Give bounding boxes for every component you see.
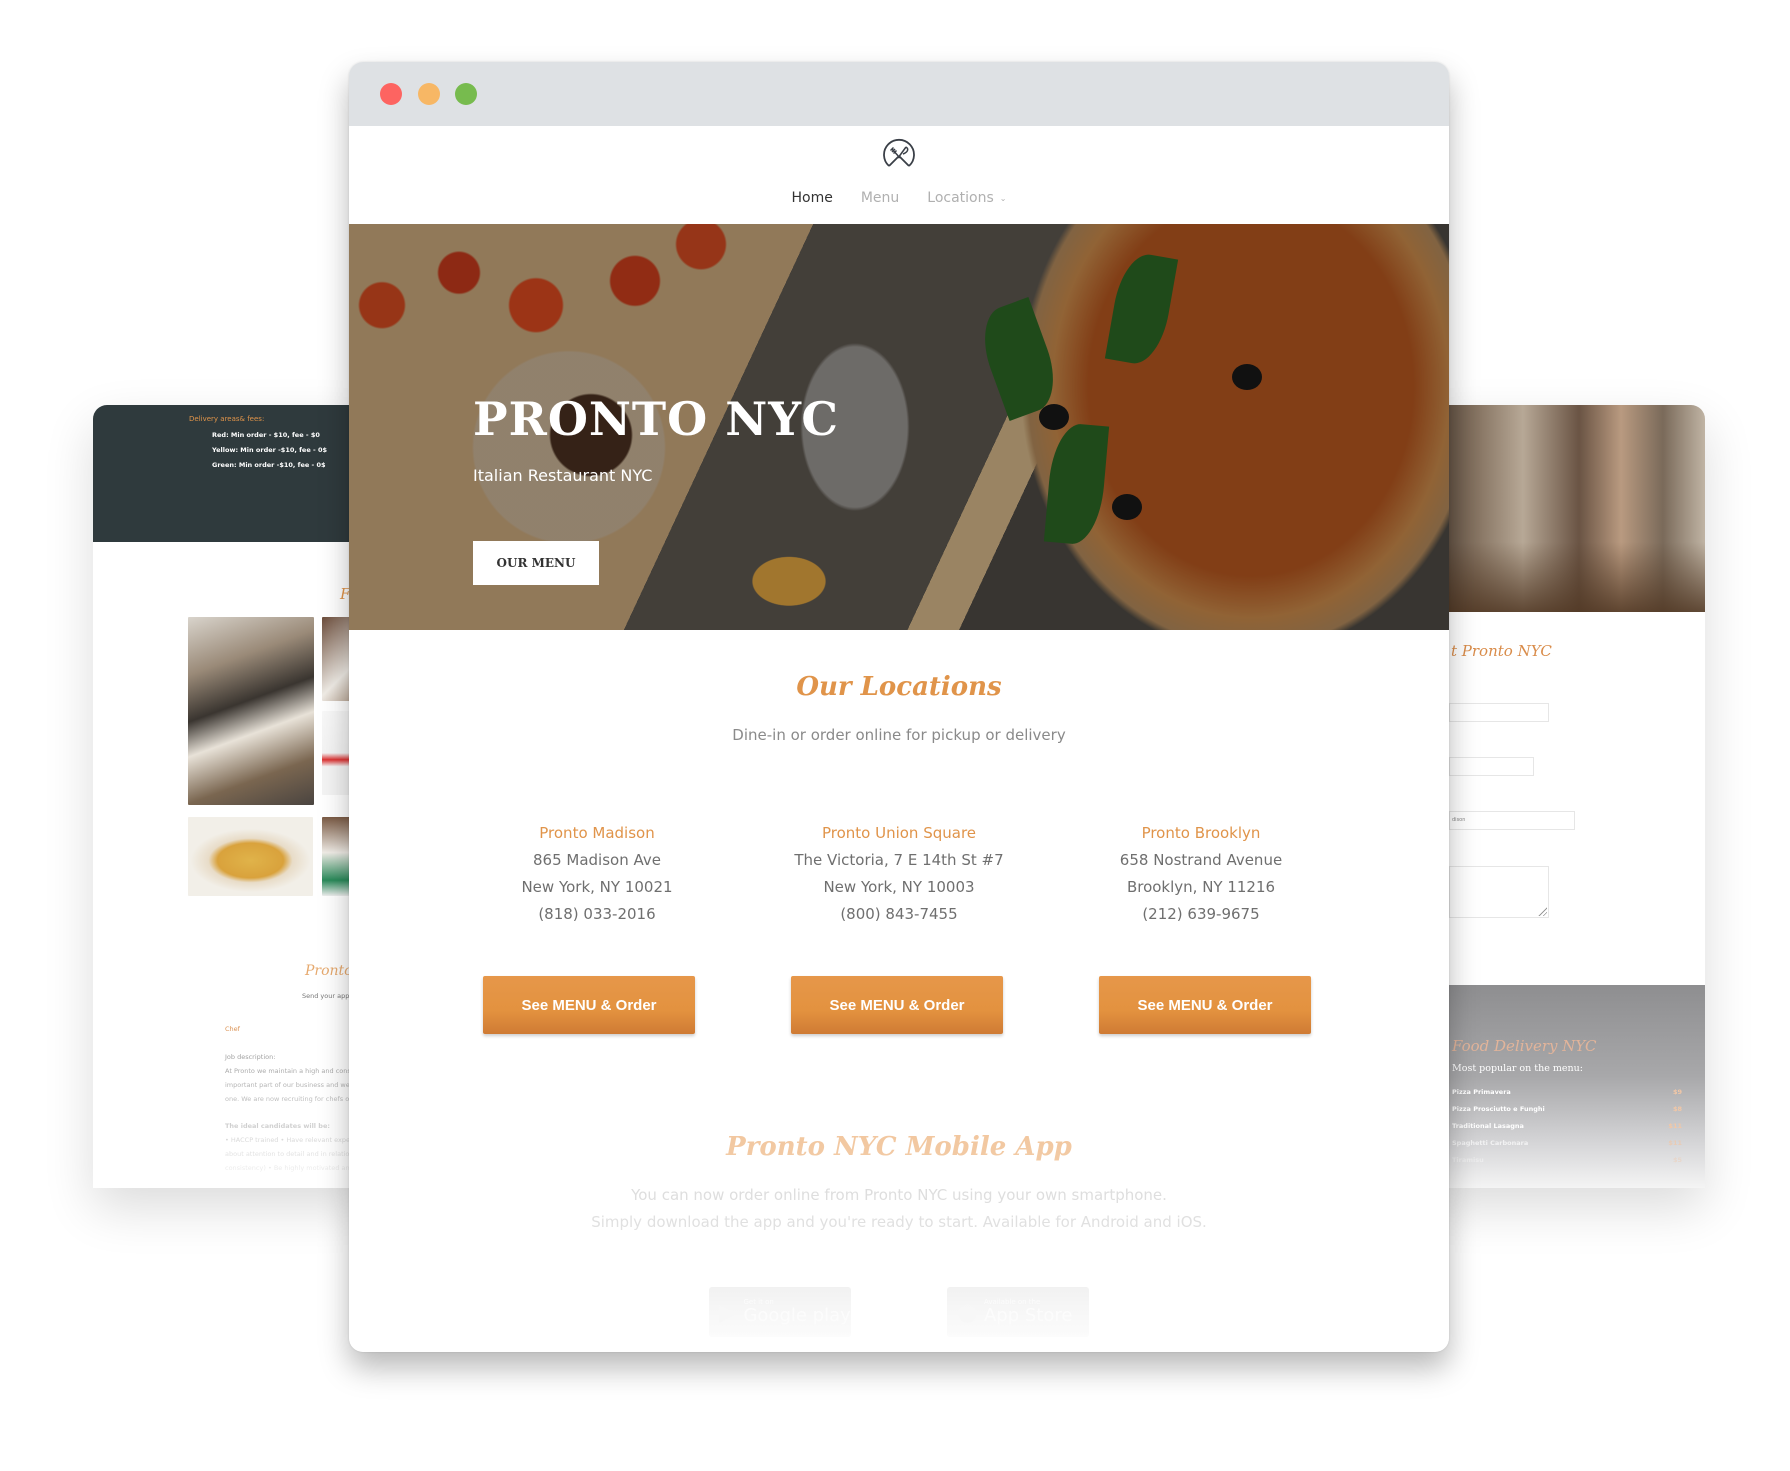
mobile-app-title: Pronto NYC Mobile App bbox=[726, 1132, 1072, 1162]
nav-item-menu[interactable]: Menu bbox=[861, 190, 899, 206]
menu-item-price: $11 bbox=[1668, 1122, 1682, 1130]
delivery-row-green: Green: Min order -$10, fee - 0$ bbox=[212, 461, 326, 469]
app-store-button[interactable]: ● Available on the App Store bbox=[947, 1287, 1089, 1337]
location-phone[interactable]: (818) 033-2016 bbox=[437, 901, 757, 928]
food-delivery-subtitle: Most popular on the menu: bbox=[1452, 1063, 1583, 1074]
location-city: New York, NY 10003 bbox=[823, 878, 975, 896]
location-city: Brooklyn, NY 11216 bbox=[1126, 878, 1276, 896]
app-store-big-text: App Store bbox=[983, 1305, 1073, 1326]
nav-item-home[interactable]: Home bbox=[791, 190, 832, 206]
menu-item: Tiramisu $5 bbox=[1452, 1156, 1682, 1164]
form-textarea-message[interactable] bbox=[1449, 866, 1549, 918]
delivery-areas-title: Delivery areas& fees: bbox=[189, 415, 265, 423]
cafe-photo bbox=[1425, 405, 1705, 612]
location-phone[interactable]: (800) 843-7455 bbox=[739, 901, 1059, 928]
location-card-madison: Pronto Madison 865 Madison Ave New York,… bbox=[437, 820, 757, 928]
menu-item-name: Traditional Lasagna bbox=[1452, 1122, 1524, 1130]
background-page-left: Delivery areas& fees: Red: Min order - $… bbox=[93, 405, 373, 1188]
chevron-down-icon: ⌄ bbox=[999, 193, 1007, 203]
location-phone[interactable]: (212) 639-9675 bbox=[1041, 901, 1361, 928]
form-input-email[interactable] bbox=[1449, 757, 1534, 776]
location-card-brooklyn: Pronto Brooklyn 658 Nostrand Avenue Broo… bbox=[1041, 820, 1361, 928]
apple-icon: ● bbox=[957, 1298, 978, 1326]
hero-banner: PRONTO NYC Italian Restaurant NYC OUR ME… bbox=[349, 224, 1449, 630]
close-window-button[interactable] bbox=[380, 83, 402, 105]
location-card-union-square: Pronto Union Square The Victoria, 7 E 14… bbox=[739, 820, 1059, 928]
location-name[interactable]: Pronto Madison bbox=[437, 820, 757, 847]
location-name[interactable]: Pronto Union Square bbox=[739, 820, 1059, 847]
play-store-icon: ▶ bbox=[719, 1298, 738, 1326]
location-city: New York, NY 10021 bbox=[521, 878, 673, 896]
olive-decoration bbox=[1112, 494, 1142, 520]
google-play-button[interactable]: ▶ Get it on Google play bbox=[709, 1287, 851, 1337]
delivery-row-yellow: Yellow: Min order -$10, fee - 0$ bbox=[212, 446, 328, 454]
delivery-row-red: Red: Min order - $10, fee - $0 bbox=[212, 431, 320, 439]
menu-item-price: $9 bbox=[1672, 1088, 1682, 1096]
menu-item: Spaghetti Carbonara $11 bbox=[1452, 1139, 1682, 1147]
menu-item: Pizza Prosciutto e Funghi $8 bbox=[1452, 1105, 1682, 1113]
background-page-right: t Pronto NYC dison Food Delivery NYC Mos… bbox=[1425, 405, 1705, 1188]
minimize-window-button[interactable] bbox=[418, 83, 440, 105]
nav-item-locations-label: Locations bbox=[927, 190, 994, 206]
careers-subtitle: Send your appl bbox=[302, 992, 352, 1000]
basil-leaf-decoration bbox=[1104, 250, 1179, 368]
browser-window: Home Menu Locations ⌄ PRONTO NYC Italian… bbox=[349, 62, 1449, 1352]
gallery-image-pizza[interactable] bbox=[188, 817, 313, 896]
window-titlebar bbox=[349, 62, 1449, 126]
menu-item: Pizza Primavera $9 bbox=[1452, 1088, 1682, 1096]
location-address: 865 Madison Ave bbox=[533, 851, 661, 869]
olive-decoration bbox=[1039, 404, 1069, 430]
order-button-brooklyn[interactable]: See MENU & Order bbox=[1099, 976, 1311, 1034]
fade-overlay bbox=[93, 1018, 373, 1188]
basil-leaf-decoration bbox=[1043, 421, 1110, 547]
olive-decoration bbox=[1232, 364, 1262, 390]
menu-item-price: $8 bbox=[1672, 1105, 1682, 1113]
menu-item-name: Pizza Primavera bbox=[1452, 1088, 1511, 1096]
maximize-window-button[interactable] bbox=[455, 83, 477, 105]
locations-title: Our Locations bbox=[796, 672, 1002, 702]
location-address: 658 Nostrand Avenue bbox=[1119, 851, 1283, 869]
menu-item-price: $11 bbox=[1668, 1139, 1682, 1147]
careers-heading: Pronto bbox=[305, 963, 353, 979]
order-button-madison[interactable]: See MENU & Order bbox=[483, 976, 695, 1034]
hero-title: PRONTO NYC bbox=[473, 392, 839, 446]
mobile-app-text-line1: You can now order online from Pronto NYC… bbox=[631, 1186, 1167, 1204]
location-address: The Victoria, 7 E 14th St #7 bbox=[794, 851, 1004, 869]
menu-item-price: $5 bbox=[1672, 1156, 1682, 1164]
basil-leaf-decoration bbox=[971, 297, 1067, 421]
delivery-areas-section: Delivery areas& fees: Red: Min order - $… bbox=[93, 405, 373, 542]
hero-subtitle: Italian Restaurant NYC bbox=[473, 466, 653, 485]
menu-item-name: Pizza Prosciutto e Funghi bbox=[1452, 1105, 1545, 1113]
google-play-big-text: Google play bbox=[743, 1305, 851, 1326]
form-select-location[interactable]: dison bbox=[1449, 811, 1575, 830]
order-button-union-square[interactable]: See MENU & Order bbox=[791, 976, 1003, 1034]
menu-item-name: Tiramisu bbox=[1452, 1156, 1484, 1164]
nav-item-locations[interactable]: Locations ⌄ bbox=[927, 190, 1006, 206]
menu-item-name: Spaghetti Carbonara bbox=[1452, 1139, 1529, 1147]
form-input-name[interactable] bbox=[1449, 703, 1549, 722]
menu-item: Traditional Lasagna $11 bbox=[1452, 1122, 1682, 1130]
gallery-image-kitchen[interactable] bbox=[188, 617, 314, 805]
food-delivery-section: Food Delivery NYC Most popular on the me… bbox=[1425, 985, 1705, 1188]
food-delivery-title: Food Delivery NYC bbox=[1452, 1037, 1597, 1055]
locations-subtitle: Dine-in or order online for pickup or de… bbox=[732, 726, 1066, 744]
main-nav: Home Menu Locations ⌄ bbox=[349, 190, 1449, 206]
our-menu-button[interactable]: OUR MENU bbox=[473, 541, 599, 585]
fork-knife-logo-icon[interactable] bbox=[881, 136, 917, 172]
mobile-app-text-line2: Simply download the app and you're ready… bbox=[591, 1213, 1207, 1231]
location-name[interactable]: Pronto Brooklyn bbox=[1041, 820, 1361, 847]
contact-heading: t Pronto NYC bbox=[1451, 642, 1552, 660]
site-header: Home Menu Locations ⌄ bbox=[349, 126, 1449, 224]
